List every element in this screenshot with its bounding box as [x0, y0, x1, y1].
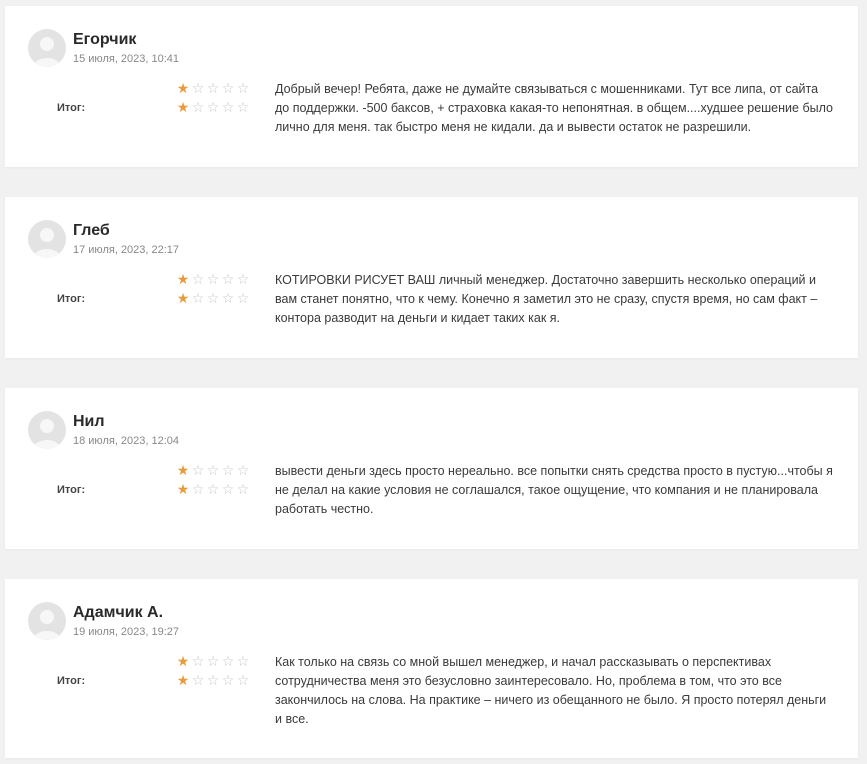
star-filled-icon: ★: [176, 653, 191, 669]
review-date: 17 июля, 2023, 22:17: [73, 244, 180, 256]
star-empty-icon: ☆: [206, 653, 221, 669]
rating-stars: ★☆☆☆☆: [176, 81, 251, 95]
star-empty-icon: ☆: [236, 672, 251, 688]
star-empty-icon: ☆: [221, 99, 236, 115]
star-empty-icon: ☆: [206, 672, 221, 688]
review-text: Как только на связь со мной вышел менедж…: [275, 655, 827, 726]
user-silhouette-icon: [33, 228, 61, 258]
star-empty-icon: ☆: [221, 80, 236, 96]
avatar: [28, 411, 66, 449]
review-card: Глеб 17 июля, 2023, 22:17 ★☆☆☆☆ Итог: ★☆…: [5, 197, 858, 358]
star-empty-icon: ☆: [191, 462, 206, 478]
total-rating-label: Итог:: [57, 293, 86, 305]
star-empty-icon: ☆: [236, 99, 251, 115]
star-empty-icon: ☆: [221, 290, 236, 306]
star-filled-icon: ★: [176, 672, 191, 688]
star-filled-icon: ★: [176, 271, 191, 287]
total-rating-stars: ★☆☆☆☆: [176, 100, 251, 114]
star-empty-icon: ☆: [221, 481, 236, 497]
review-author: Нил: [73, 413, 105, 430]
rating-stars: ★☆☆☆☆: [176, 463, 251, 477]
user-silhouette-icon: [33, 419, 61, 449]
star-empty-icon: ☆: [236, 481, 251, 497]
star-empty-icon: ☆: [236, 462, 251, 478]
user-silhouette-icon: [33, 37, 61, 67]
total-rating-stars: ★☆☆☆☆: [176, 482, 251, 496]
user-silhouette-icon: [33, 610, 61, 640]
avatar: [28, 220, 66, 258]
star-empty-icon: ☆: [236, 290, 251, 306]
review-card: Нил 18 июля, 2023, 12:04 ★☆☆☆☆ Итог: ★☆☆…: [5, 388, 858, 549]
total-rating-label: Итог:: [57, 484, 86, 496]
review-text: Добрый вечер! Ребята, даже не думайте св…: [275, 82, 833, 134]
star-filled-icon: ★: [176, 290, 191, 306]
review-text: вывести деньги здесь просто нереально. в…: [275, 464, 833, 516]
review-card: Адамчик А. 19 июля, 2023, 19:27 ★☆☆☆☆ Ит…: [5, 579, 858, 758]
review-date: 18 июля, 2023, 12:04: [73, 435, 180, 447]
star-filled-icon: ★: [176, 99, 191, 115]
star-empty-icon: ☆: [206, 271, 221, 287]
star-empty-icon: ☆: [221, 672, 236, 688]
star-filled-icon: ★: [176, 80, 191, 96]
star-empty-icon: ☆: [236, 271, 251, 287]
rating-stars: ★☆☆☆☆: [176, 654, 251, 668]
star-empty-icon: ☆: [206, 290, 221, 306]
star-empty-icon: ☆: [206, 462, 221, 478]
review-card: Егорчик 15 июля, 2023, 10:41 ★☆☆☆☆ Итог:…: [5, 6, 858, 167]
star-empty-icon: ☆: [236, 653, 251, 669]
review-text: КОТИРОВКИ РИСУЕТ ВАШ личный менеджер. До…: [275, 273, 818, 325]
star-empty-icon: ☆: [221, 271, 236, 287]
star-empty-icon: ☆: [206, 481, 221, 497]
review-author: Адамчик А.: [73, 604, 164, 621]
star-empty-icon: ☆: [221, 653, 236, 669]
star-filled-icon: ★: [176, 481, 191, 497]
avatar: [28, 29, 66, 67]
review-author: Егорчик: [73, 31, 137, 48]
star-empty-icon: ☆: [191, 99, 206, 115]
total-rating-label: Итог:: [57, 675, 86, 687]
total-rating-label: Итог:: [57, 102, 86, 114]
star-empty-icon: ☆: [191, 290, 206, 306]
review-date: 15 июля, 2023, 10:41: [73, 53, 180, 65]
total-rating-stars: ★☆☆☆☆: [176, 291, 251, 305]
star-empty-icon: ☆: [191, 481, 206, 497]
star-empty-icon: ☆: [191, 672, 206, 688]
star-filled-icon: ★: [176, 462, 191, 478]
star-empty-icon: ☆: [191, 80, 206, 96]
total-rating-stars: ★☆☆☆☆: [176, 673, 251, 687]
star-empty-icon: ☆: [206, 80, 221, 96]
star-empty-icon: ☆: [191, 271, 206, 287]
avatar: [28, 602, 66, 640]
star-empty-icon: ☆: [236, 80, 251, 96]
star-empty-icon: ☆: [191, 653, 206, 669]
review-author: Глеб: [73, 222, 110, 239]
review-date: 19 июля, 2023, 19:27: [73, 626, 180, 638]
star-empty-icon: ☆: [221, 462, 236, 478]
star-empty-icon: ☆: [206, 99, 221, 115]
rating-stars: ★☆☆☆☆: [176, 272, 251, 286]
